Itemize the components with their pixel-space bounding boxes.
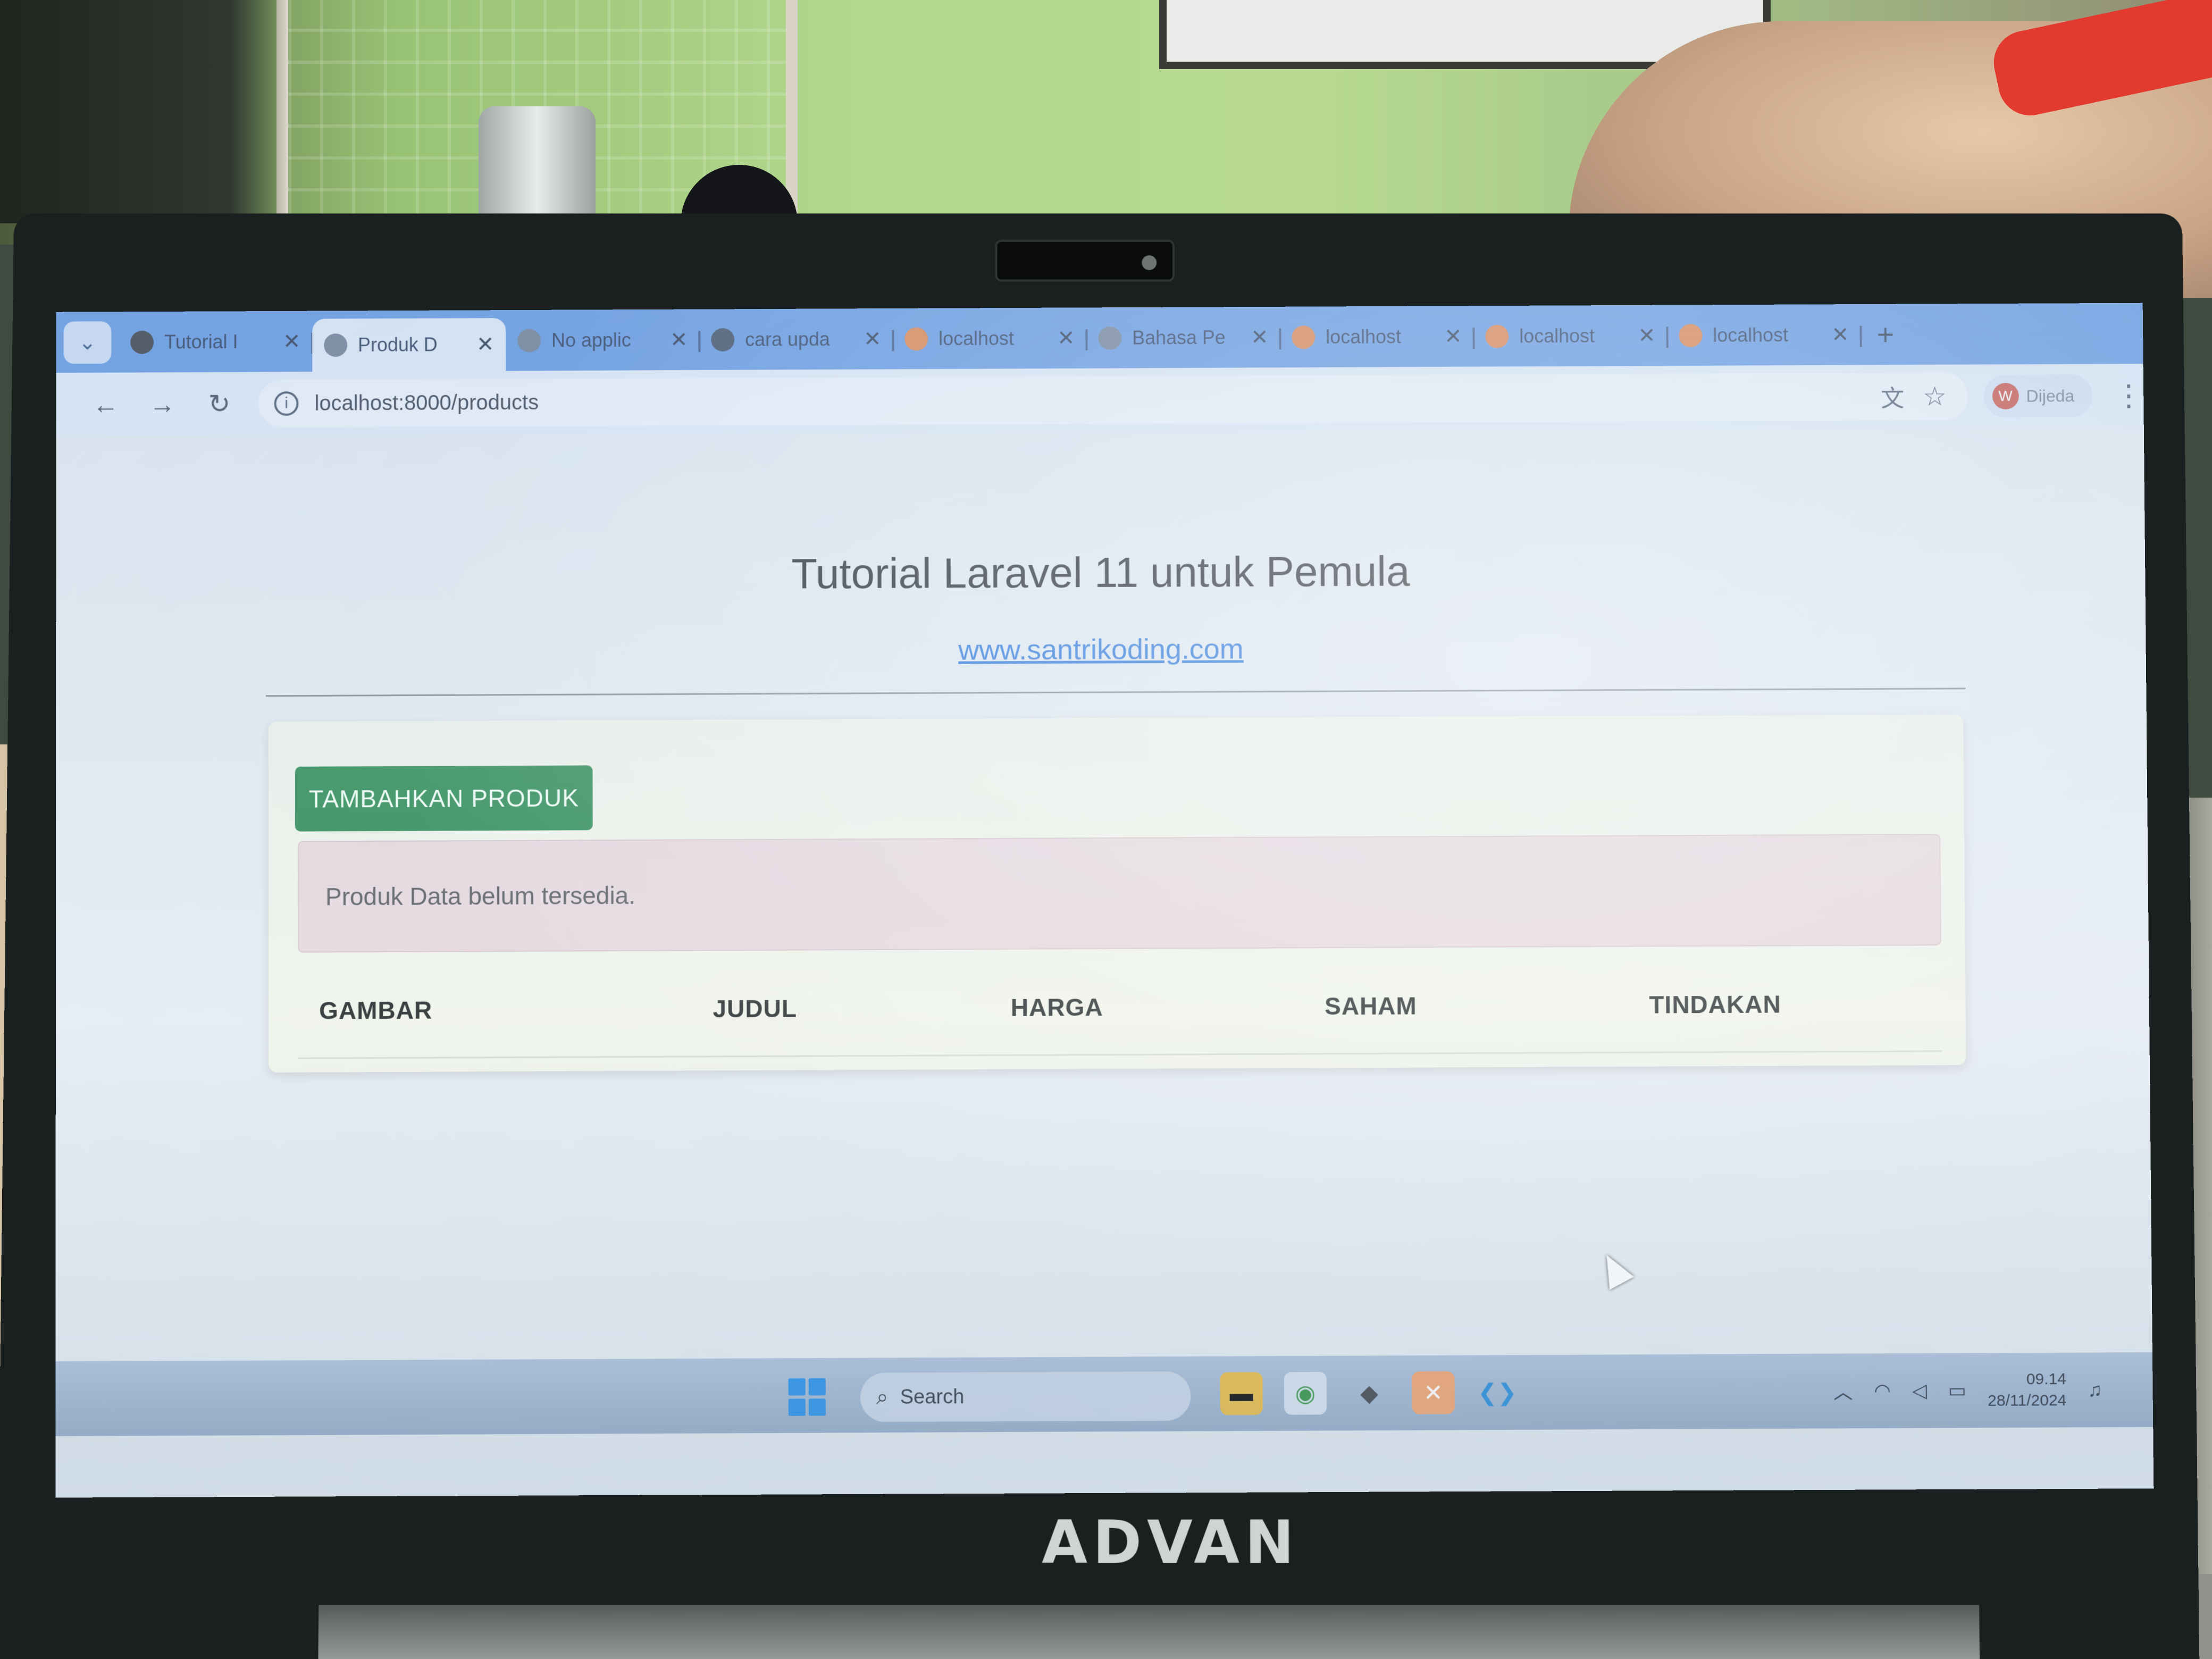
add-product-button[interactable]: TAMBAHKAN PRODUK (295, 765, 593, 832)
browser-menu-icon[interactable]: ⋮ (2114, 378, 2143, 413)
chrome-icon[interactable]: ◉ (1284, 1372, 1327, 1415)
web-page: Tutorial Laravel 11 untuk Pemula www.san… (55, 427, 2152, 1362)
laptop-brand-logo: ADVAN (1042, 1508, 1300, 1577)
tab-close-icon[interactable]: ✕ (1638, 323, 1656, 348)
tab-close-icon[interactable]: ✕ (476, 332, 494, 357)
browser-tab[interactable]: Tutorial I ✕ (119, 317, 314, 366)
browser-tab-strip: ⌄ Tutorial I ✕ Produk D ✕ No applic ✕ cara upd… (56, 303, 2143, 373)
tab-search-icon[interactable]: ⌄ (63, 321, 112, 364)
windows-taskbar: ⌕ Search ▬ ◉ ◆ ✕ ❮❯ ︿ ◠ ◁ ▭ 09.14 28/11/… (55, 1352, 2154, 1436)
globe-icon (324, 333, 348, 357)
tab-title: localhost (1519, 324, 1595, 347)
tab-title: No applic (551, 329, 631, 351)
mouse-cursor-icon (1594, 1249, 1634, 1290)
file-explorer-icon[interactable]: ▬ (1220, 1372, 1263, 1415)
tab-title: cara upda (745, 328, 830, 350)
tab-close-icon[interactable]: ✕ (1057, 326, 1075, 350)
laptop-screen: ⌄ Tutorial I ✕ Produk D ✕ No applic ✕ cara upd… (55, 303, 2154, 1498)
clock-time: 09.14 (2026, 1370, 2067, 1388)
tab-title: localhost (1326, 325, 1402, 348)
browser-tab[interactable]: localhost ✕ (1473, 312, 1669, 360)
browser-tab[interactable]: localhost ✕ (1280, 313, 1475, 361)
site-info-icon[interactable]: i (274, 391, 299, 416)
tab-title: localhost (939, 327, 1014, 349)
tab-title: localhost (1713, 323, 1789, 346)
tab-title: Bahasa Pe (1132, 326, 1226, 349)
webcam-lens (1142, 255, 1157, 270)
tab-close-icon[interactable]: ✕ (864, 326, 882, 351)
tab-title: Tutorial I (164, 330, 238, 353)
profile-name: Dijeda (2026, 386, 2075, 406)
avatar-icon (711, 328, 735, 351)
windows-start-icon[interactable] (788, 1378, 826, 1416)
volume-icon[interactable]: ◁ (1912, 1379, 1927, 1402)
back-icon[interactable]: ← (77, 389, 134, 420)
background-bottle (479, 106, 596, 229)
column-header-judul: JUDUL (713, 994, 798, 1023)
translate-icon[interactable]: 文 (1881, 380, 1904, 414)
vscode-icon[interactable]: ❮❯ (1476, 1371, 1519, 1414)
tab-title: Produk D (358, 333, 438, 356)
column-header-tindakan: TINDAKAN (1649, 990, 1781, 1019)
clock-date: 28/11/2024 (1987, 1392, 2067, 1410)
new-tab-button[interactable]: + (1876, 317, 1894, 352)
tab-close-icon[interactable]: ✕ (1444, 324, 1462, 349)
reload-icon[interactable]: ↻ (191, 388, 248, 419)
browser-tab[interactable]: No applic ✕ (506, 316, 701, 364)
browser-tab[interactable]: cara upda ✕ (699, 315, 894, 363)
taskbar-search-label: Search (900, 1385, 965, 1409)
tab-close-icon[interactable]: ✕ (1251, 325, 1269, 349)
profile-button[interactable]: W Dijeda (1983, 374, 2093, 417)
browser-tab[interactable]: Bahasa Pe ✕ (1086, 313, 1281, 362)
system-tray: ︿ ◠ ◁ ▭ 09.14 28/11/2024 ♫ (1833, 1369, 2102, 1413)
empty-data-alert: Produk Data belum tersedia. (297, 834, 1941, 953)
browser-tab[interactable]: Produk D ✕ (312, 318, 506, 372)
battery-icon[interactable]: ▭ (1948, 1379, 1966, 1402)
forward-icon[interactable]: → (134, 389, 191, 420)
phpmyadmin-icon (904, 326, 928, 350)
column-header-saham: SAHAM (1324, 991, 1418, 1020)
table-header: GAMBAR JUDUL HARGA SAHAM TINDAKAN (298, 956, 1942, 1059)
address-bar[interactable]: i localhost:8000/products 文 ☆ (258, 372, 1968, 428)
site-link[interactable]: www.santrikoding.com (56, 629, 2146, 671)
column-header-gambar: GAMBAR (319, 996, 433, 1025)
product-card: TAMBAHKAN PRODUK Produk Data belum terse… (268, 714, 1966, 1073)
wifi-icon[interactable]: ◠ (1874, 1379, 1891, 1402)
globe-icon (517, 329, 541, 353)
browser-toolbar: ← → ↻ i localhost:8000/products 文 ☆ W Di… (56, 364, 2144, 437)
address-url[interactable]: localhost:8000/products (314, 391, 539, 416)
search-icon: ⌕ (876, 1385, 889, 1409)
git-icon[interactable]: ◆ (1348, 1371, 1391, 1414)
globe-icon (1098, 326, 1122, 350)
column-header-harga: HARGA (1010, 993, 1103, 1021)
tab-list: Tutorial I ✕ Produk D ✕ No applic ✕ cara upda ✕… (119, 304, 1862, 373)
avatar: W (1992, 382, 2019, 409)
tab-close-icon[interactable]: ✕ (670, 328, 688, 352)
laptop-hinge (318, 1605, 1980, 1659)
page-title: Tutorial Laravel 11 untuk Pemula (791, 547, 1410, 598)
bookmark-star-icon[interactable]: ☆ (1923, 381, 1947, 412)
xampp-icon[interactable]: ✕ (1412, 1371, 1455, 1414)
phpmyadmin-icon (1485, 324, 1509, 348)
photo-scene: ADVAN ⌄ Tutorial I ✕ Produk D ✕ No applic ✕ ca… (0, 0, 2212, 1659)
browser-tab[interactable]: localhost ✕ (1667, 311, 1862, 359)
system-clock[interactable]: 09.14 28/11/2024 (1988, 1369, 2067, 1412)
browser-tab[interactable]: localhost ✕ (893, 314, 1088, 363)
notification-bell-icon[interactable]: ♫ (2088, 1379, 2102, 1401)
tab-separator (1859, 325, 1862, 347)
taskbar-search[interactable]: ⌕ Search (860, 1371, 1191, 1422)
phpmyadmin-icon (1292, 325, 1316, 349)
background-shadow (0, 0, 287, 223)
tab-close-icon[interactable]: ✕ (1831, 322, 1849, 347)
show-hidden-icons-icon[interactable]: ︿ (1833, 1377, 1853, 1405)
github-icon (130, 330, 154, 354)
webcam-shutter (995, 239, 1175, 282)
phpmyadmin-icon (1679, 323, 1703, 347)
divider (265, 688, 1966, 697)
tab-close-icon[interactable]: ✕ (283, 329, 300, 354)
